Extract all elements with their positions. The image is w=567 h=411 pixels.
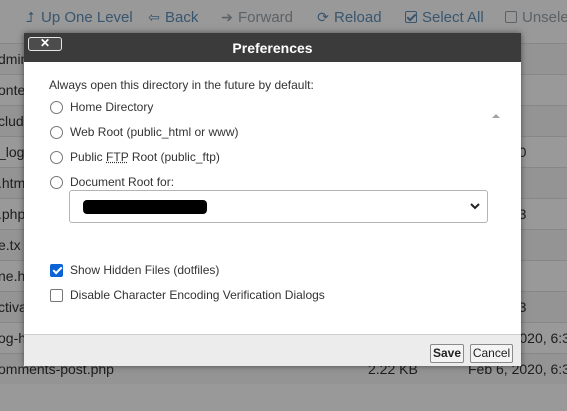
redacted-domain [83,200,207,214]
document-root-radio[interactable] [50,175,63,189]
dialog-title: Preferences [232,40,313,56]
disable-encoding-label: Disable Character Encoding Verification … [70,288,325,302]
show-hidden-files-checkbox[interactable] [50,263,63,277]
dialog-footer: Save Cancel [24,334,521,366]
web-root-label: Web Root (public_html or www) [70,125,239,139]
ftp-abbreviation: FTP [106,150,129,164]
option-document-root[interactable]: Document Root for: [50,175,174,189]
public-ftp-root-radio[interactable] [50,150,63,164]
scroll-up-arrow-icon[interactable] [492,114,500,118]
show-hidden-files-label: Show Hidden Files (dotfiles) [70,263,220,277]
web-root-radio[interactable] [50,125,63,139]
dialog-scrollbar[interactable] [489,110,503,348]
dialog-content: Always open this directory in the future… [24,62,504,330]
dialog-header: ✕ Preferences [24,33,521,62]
home-directory-label: Home Directory [70,100,154,114]
dialog-body: Always open this directory in the future… [24,62,521,344]
preferences-dialog: ✕ Preferences Always open this directory… [24,33,521,366]
cancel-button[interactable]: Cancel [470,344,513,363]
option-public-ftp-root[interactable]: Public FTP Root (public_ftp) [50,150,220,164]
option-web-root[interactable]: Web Root (public_html or www) [50,125,239,139]
option-show-hidden-files[interactable]: Show Hidden Files (dotfiles) [50,263,219,277]
public-ftp-root-label: Public FTP Root (public_ftp) [70,150,220,164]
disable-encoding-checkbox[interactable] [50,288,63,302]
save-button[interactable]: Save [430,344,464,363]
chevron-down-icon [470,203,480,210]
document-root-label: Document Root for: [70,175,175,189]
option-disable-encoding-dialogs[interactable]: Disable Character Encoding Verification … [50,288,325,302]
ftp-label-suffix: Root (public_ftp) [128,150,220,164]
default-directory-prompt: Always open this directory in the future… [49,78,314,92]
home-directory-radio[interactable] [50,100,63,114]
document-root-domain-select[interactable] [69,190,488,223]
option-home-directory[interactable]: Home Directory [50,100,153,114]
ftp-label-prefix: Public [70,150,107,164]
